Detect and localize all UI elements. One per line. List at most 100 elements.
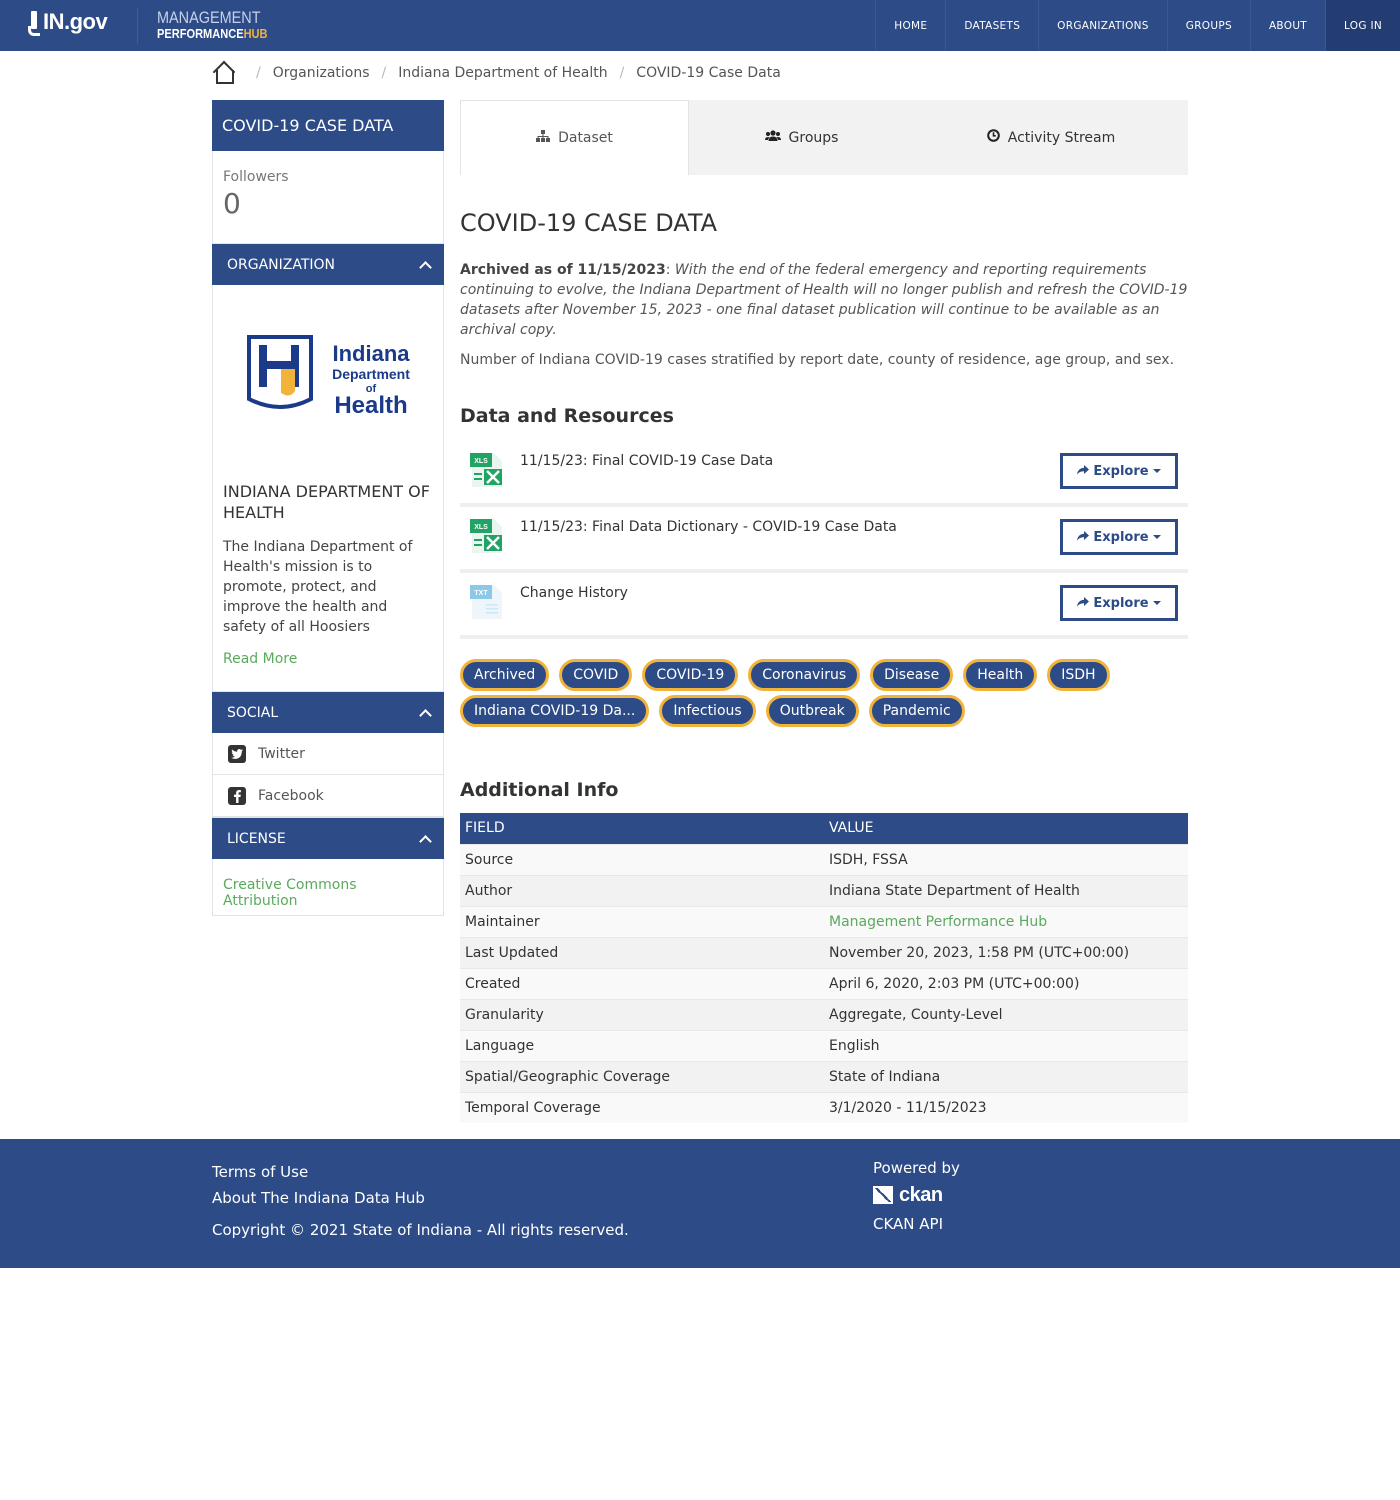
footer-powered-by: Powered by ckan CKAN API	[873, 1159, 960, 1233]
tag-health[interactable]: Health	[963, 659, 1038, 691]
license-link[interactable]: Creative Commons Attribution	[223, 877, 357, 909]
archived-notice: Archived as of 11/15/2023: With the end …	[460, 262, 1188, 338]
sidebar-box: Followers 0	[212, 151, 444, 244]
value-cell: ISDH, FSSA	[824, 843, 1188, 875]
nav-login[interactable]: LOG IN	[1325, 0, 1400, 51]
explore-button[interactable]: Explore	[1060, 585, 1178, 621]
tab-activity-stream-label: Activity Stream	[1007, 129, 1116, 146]
tag-covid[interactable]: COVID	[559, 659, 633, 691]
breadcrumb-organizations[interactable]: Organizations	[273, 65, 370, 81]
read-more-link[interactable]: Read More	[223, 651, 433, 667]
tag-isdh[interactable]: ISDH	[1047, 659, 1110, 691]
tab-dataset-label: Dataset	[558, 130, 613, 146]
tab-groups-label: Groups	[788, 129, 839, 146]
data-resources-heading: Data and Resources	[460, 405, 674, 427]
nav-datasets[interactable]: DATASETS	[945, 0, 1038, 51]
table-header-row: FIELD VALUE	[460, 813, 1188, 844]
ckan-logo[interactable]: ckan	[873, 1181, 960, 1209]
home-icon[interactable]	[212, 62, 234, 84]
field-cell: Spatial/Geographic Coverage	[460, 1060, 824, 1092]
breadcrumb-dataset[interactable]: COVID-19 Case Data	[636, 65, 781, 81]
explore-button[interactable]: Explore	[1060, 453, 1178, 489]
tab-groups[interactable]: Groups	[689, 100, 914, 175]
nav-home[interactable]: HOME	[875, 0, 945, 51]
organization-name: INDIANA DEPARTMENT OF HEALTH	[223, 482, 430, 522]
tag-indiana-covid-19-data[interactable]: Indiana COVID-19 Da...	[460, 695, 650, 727]
explore-label: Explore	[1093, 529, 1149, 545]
facebook-icon	[228, 786, 246, 805]
table-row: Spatial/Geographic Coverage State of Indi…	[460, 1060, 1188, 1092]
ckan-api-link[interactable]: CKAN API	[873, 1215, 943, 1233]
logo-text-department: Department	[332, 366, 410, 382]
tag-disease[interactable]: Disease	[870, 659, 954, 691]
file-format-label: TXT	[474, 590, 488, 597]
followers-label: Followers	[223, 169, 289, 185]
value-cell: Aggregate, County-Level	[824, 998, 1188, 1030]
license-section-toggle[interactable]: LICENSE	[212, 818, 444, 859]
resource-name[interactable]: 11/15/23: Final COVID-19 Case Data	[520, 453, 773, 469]
resource-item[interactable]: TXT Change History Explore	[460, 573, 1188, 639]
license-panel: Creative Commons Attribution	[212, 859, 444, 916]
field-cell: Granularity	[460, 998, 824, 1030]
breadcrumb-organization[interactable]: Indiana Department of Health	[398, 65, 607, 81]
tab-activity-stream[interactable]: Activity Stream	[914, 100, 1188, 175]
field-cell: Author	[460, 874, 824, 906]
mph-logo[interactable]: MANAGEMENT PERFORMANCEHUB	[157, 9, 287, 40]
field-cell: Last Updated	[460, 936, 824, 968]
field-cell: Source	[460, 843, 824, 875]
tag-infectious[interactable]: Infectious	[659, 695, 756, 727]
maintainer-link[interactable]: Management Performance Hub	[824, 905, 1188, 937]
logo-text-indiana: Indiana	[332, 341, 410, 366]
additional-info-table: FIELD VALUE Source ISDH, FSSA Author India…	[460, 813, 1188, 1123]
explore-label: Explore	[1093, 463, 1149, 479]
nav-groups[interactable]: GROUPS	[1166, 0, 1250, 51]
copyright-text: Copyright © 2021 State of Indiana - All …	[212, 1221, 629, 1239]
indiana-department-of-health-logo[interactable]: Indiana Department of Health	[241, 331, 417, 421]
resource-name[interactable]: 11/15/23: Final Data Dictionary - COVID-…	[520, 519, 897, 535]
field-cell: Created	[460, 967, 824, 999]
resource-item[interactable]: XLS 11/15/23: Final COVID-19 Case Data E…	[460, 441, 1188, 507]
organization-section-toggle[interactable]: ORGANIZATION	[212, 244, 444, 285]
additional-info-heading: Additional Info	[460, 779, 619, 801]
facebook-label: Facebook	[258, 787, 324, 804]
followers-count: 0	[223, 187, 241, 220]
twitter-link[interactable]: Twitter	[213, 733, 443, 775]
breadcrumb-separator: /	[619, 65, 625, 81]
resource-item[interactable]: XLS 11/15/23: Final Data Dictionary - CO…	[460, 507, 1188, 573]
table-row: Granularity Aggregate, County-Level	[460, 998, 1188, 1030]
users-icon	[764, 129, 781, 146]
breadcrumb-separator: /	[381, 65, 387, 81]
ingov-logo-text: IN.gov	[43, 9, 108, 34]
site-footer: Terms of Use About The Indiana Data Hub …	[0, 1139, 1400, 1268]
chevron-up-icon	[419, 834, 432, 848]
about-data-hub-link[interactable]: About The Indiana Data Hub	[212, 1189, 425, 1207]
value-cell: English	[824, 1029, 1188, 1061]
file-format-label: XLS	[474, 524, 488, 531]
explore-button[interactable]: Explore	[1060, 519, 1178, 555]
followers: Followers 0	[213, 151, 443, 243]
license-heading: LICENSE	[227, 830, 286, 847]
ingov-logo[interactable]: IN.gov	[28, 9, 108, 36]
facebook-link[interactable]: Facebook	[213, 775, 443, 817]
twitter-label: Twitter	[258, 745, 305, 762]
top-navbar: IN.gov MANAGEMENT PERFORMANCEHUB HOME DA…	[0, 0, 1400, 51]
tag-coronavirus[interactable]: Coronavirus	[748, 659, 861, 691]
resource-name[interactable]: Change History	[520, 585, 628, 601]
table-row: Created April 6, 2020, 2:03 PM (UTC+00:00…	[460, 967, 1188, 999]
terms-of-use-link[interactable]: Terms of Use	[212, 1163, 308, 1181]
nav-organizations[interactable]: ORGANIZATIONS	[1038, 0, 1167, 51]
share-icon	[1077, 530, 1090, 545]
header-divider	[137, 8, 138, 44]
tag-outbreak[interactable]: Outbreak	[765, 695, 859, 727]
main-content: Dataset Groups Activity Stream COVID-19 …	[460, 100, 1188, 1123]
tag-archived[interactable]: Archived	[460, 659, 550, 691]
nav-about[interactable]: ABOUT	[1249, 0, 1325, 51]
tab-dataset[interactable]: Dataset	[460, 100, 689, 175]
chevron-up-icon	[419, 260, 432, 274]
social-section-toggle[interactable]: SOCIAL	[212, 692, 444, 733]
caret-down-icon	[1152, 601, 1161, 605]
tag-covid-19[interactable]: COVID-19	[642, 659, 739, 691]
organization-heading: ORGANIZATION	[227, 256, 336, 273]
tag-list: Archived COVID COVID-19 Coronavirus Dise…	[460, 659, 1188, 731]
tag-pandemic[interactable]: Pandemic	[868, 695, 965, 727]
